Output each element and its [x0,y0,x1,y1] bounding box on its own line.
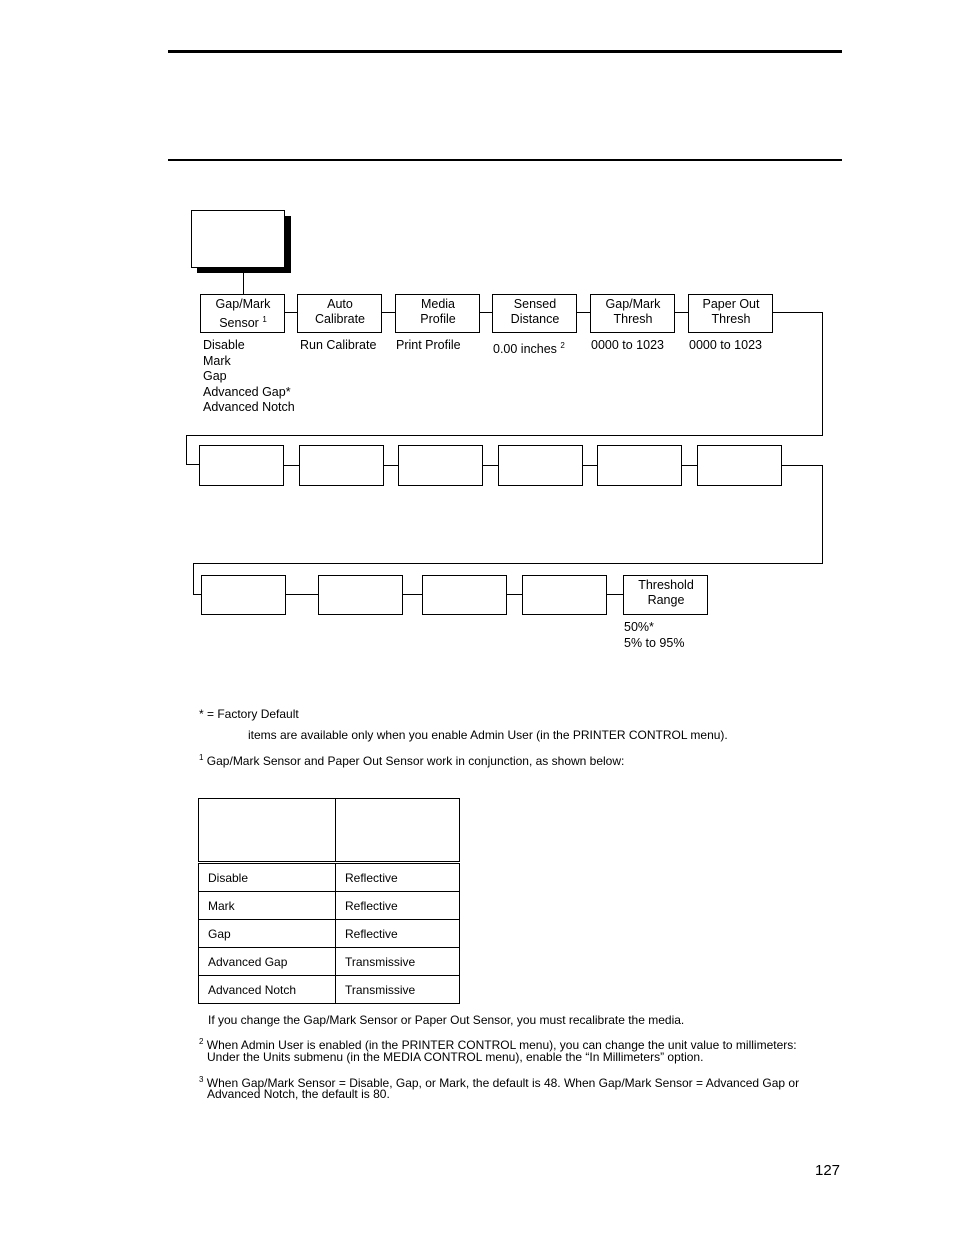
root-menu-box [191,210,285,268]
table-cell: Reflective [335,891,460,920]
row2-box [299,445,384,486]
footnote-marker: 1 [199,753,204,762]
label-line: Gap/Mark [215,297,271,311]
row3-box [318,575,403,615]
row3-box [522,575,607,615]
options-media-profile: Print Profile [396,338,461,354]
box-label-threshold-range: Threshold Range [624,578,708,608]
footnote-1: 1 Gap/Mark Sensor and Paper Out Sensor w… [199,750,624,769]
footnote-marker: 2 [560,341,565,350]
label-line: Paper Out [702,297,760,311]
table-row: Advanced Notch Transmissive [198,975,460,1004]
table-cell: Transmissive [335,947,460,976]
option-item: 5% to 95% [624,635,685,650]
options-paper-out-thresh: 0000 to 1023 [689,338,762,354]
footnote-marker: 2 [199,1037,204,1046]
table-row: Gap Reflective [198,919,460,948]
box-label-media-profile: Media Profile [396,297,480,327]
options-gap-mark-thresh: 0000 to 1023 [591,338,664,354]
label-line: Sensed [513,297,557,311]
table-cell: Advanced Notch [198,975,336,1004]
label-line: Range [647,593,685,607]
option-item: Print Profile [396,338,461,352]
options-threshold-range: 50%* 5% to 95% [624,620,684,651]
box-label-gap-mark-sensor: Gap/Mark Sensor 1 [201,297,285,331]
option-item: Advanced Notch [203,400,295,415]
option-item: Disable [203,338,245,352]
options-gap-mark-sensor: Disable Mark Gap Advanced Gap* Advanced … [203,338,295,416]
page-number: 127 [815,1162,841,1179]
footnote-3-continued: Advanced Notch, the default is 80. [207,1087,390,1101]
label-line: Thresh [711,312,751,326]
table-cell: Disable [198,862,336,892]
label-line: Sensor [219,316,259,330]
label-line: Calibrate [314,312,366,326]
row2-box [398,445,483,486]
label-line: Media [420,297,456,311]
box-label-gap-mark-thresh: Gap/Mark Thresh [591,297,675,327]
row1-boxes [200,294,773,333]
row2-box [697,445,782,486]
table-header-cell [198,798,336,864]
row2-box [597,445,682,486]
option-item: 0000 to 1023 [591,338,664,352]
recalibrate-note: If you change the Gap/Mark Sensor or Pap… [208,1013,685,1027]
footnote-marker: 1 [262,315,267,324]
footnote-text: Gap/Mark Sensor and Paper Out Sensor wor… [206,754,625,768]
sensor-mode-table: Disable Reflective Mark Reflective Gap R… [198,798,460,1004]
option-item: Gap [203,369,227,384]
table-row: Advanced Gap Transmissive [198,947,460,976]
table-header-row [198,798,460,864]
option-item: Mark [203,353,231,368]
option-item: Advanced Gap* [203,384,291,399]
label-line: Threshold [638,578,694,592]
label-line: Thresh [613,312,653,326]
box-label-auto-calibrate: Auto Calibrate [298,297,382,327]
factory-default-note: * = Factory Default [199,707,299,721]
table-row: Disable Reflective [198,862,460,892]
box-label-sensed-distance: Sensed Distance [493,297,577,327]
row3-box [422,575,507,615]
option-item: 50%* [624,620,654,634]
table-cell: Gap [198,919,336,948]
option-item: 0.00 inches [493,342,557,356]
table-cell: Reflective [335,862,460,892]
table-header-cell [335,798,460,864]
box-label-paper-out-thresh: Paper Out Thresh [689,297,773,327]
label-line: Distance [510,312,560,326]
table-cell: Advanced Gap [198,947,336,976]
row2-box [498,445,583,486]
row3-box [201,575,286,615]
options-auto-calibrate: Run Calibrate [300,338,376,354]
row2-box [199,445,284,486]
admin-items-note: items are available only when you enable… [248,728,728,742]
option-item: 0000 to 1023 [689,338,762,352]
table-cell: Reflective [335,919,460,948]
label-line: Profile [420,312,456,326]
label-line: Gap/Mark [605,297,661,311]
table-cell: Mark [198,891,336,920]
footnote-marker: 3 [199,1075,204,1084]
label-line: Auto [327,297,353,311]
options-sensed-distance: 0.00 inches 2 [493,338,565,358]
footnote-2-continued: Under the Units submenu (in the MEDIA CO… [207,1050,704,1064]
table-cell: Transmissive [335,975,460,1004]
menu-flow-diagram [186,210,823,615]
table-row: Mark Reflective [198,891,460,920]
option-item: Run Calibrate [300,338,377,352]
